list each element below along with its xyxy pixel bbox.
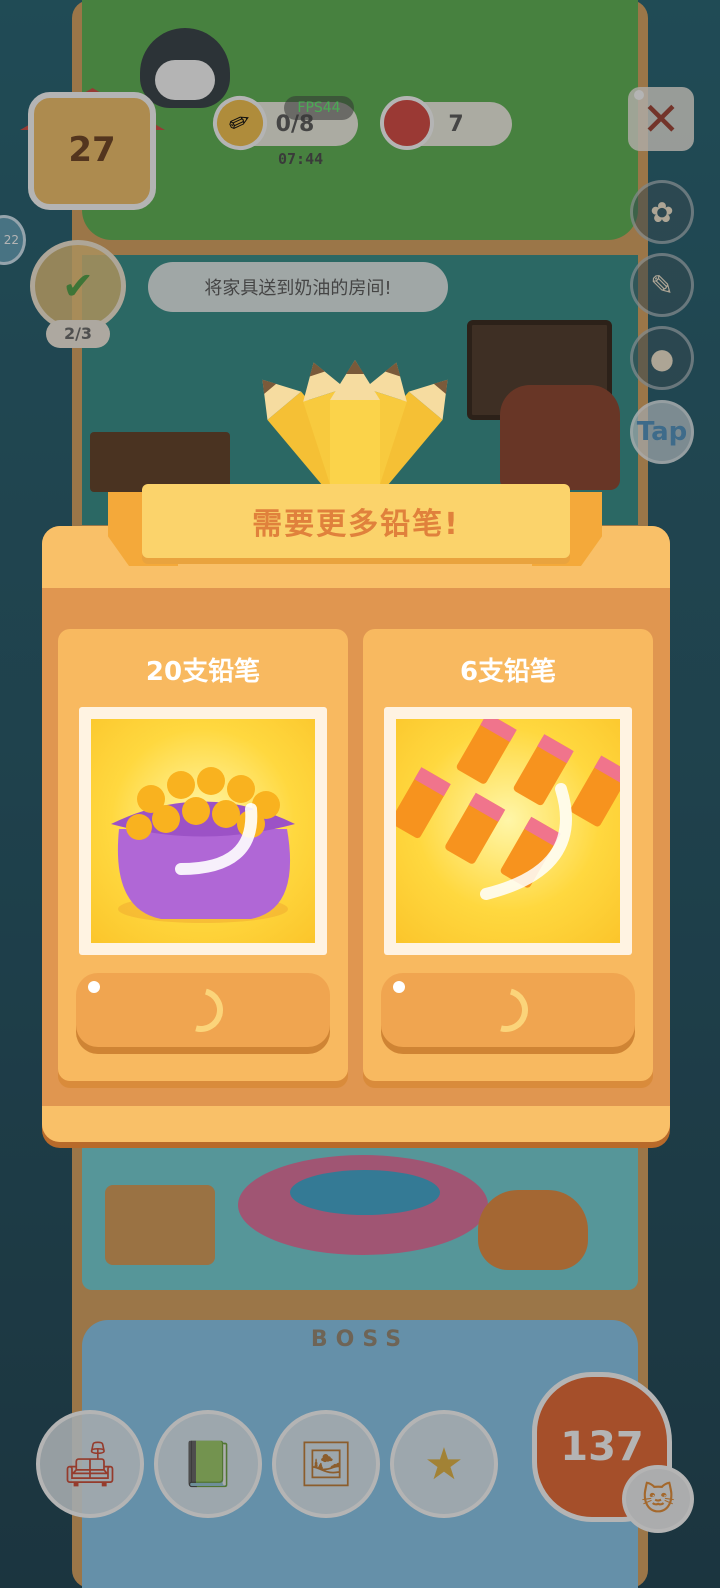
pencil-bag-icon bbox=[91, 719, 315, 943]
six-pencils-icon bbox=[396, 719, 620, 943]
six-pencils-art bbox=[396, 719, 620, 900]
loading-spinner-icon bbox=[170, 979, 232, 1041]
dialog-title: 需要更多铅笔! bbox=[252, 507, 460, 542]
offer-title: 20支铅笔 bbox=[145, 657, 261, 687]
dialog-title-ribbon: 需要更多铅笔! bbox=[142, 484, 570, 558]
offer-card-6-pencils: 6支铅笔 bbox=[363, 629, 653, 1081]
button-shine bbox=[393, 981, 405, 993]
offer-image-frame bbox=[79, 707, 327, 955]
offer-title: 6支铅笔 bbox=[459, 657, 557, 687]
offer-card-20-pencils: 20支铅笔 bbox=[58, 629, 348, 1081]
offer-image-frame bbox=[384, 707, 632, 955]
loading-spinner-icon bbox=[475, 979, 537, 1041]
pencil-bag-art bbox=[111, 767, 295, 923]
button-shine bbox=[88, 981, 100, 993]
dialog-bottom-band bbox=[42, 1106, 670, 1142]
buy-6-pencils-button[interactable] bbox=[381, 973, 635, 1047]
buy-20-pencils-button[interactable] bbox=[76, 973, 330, 1047]
